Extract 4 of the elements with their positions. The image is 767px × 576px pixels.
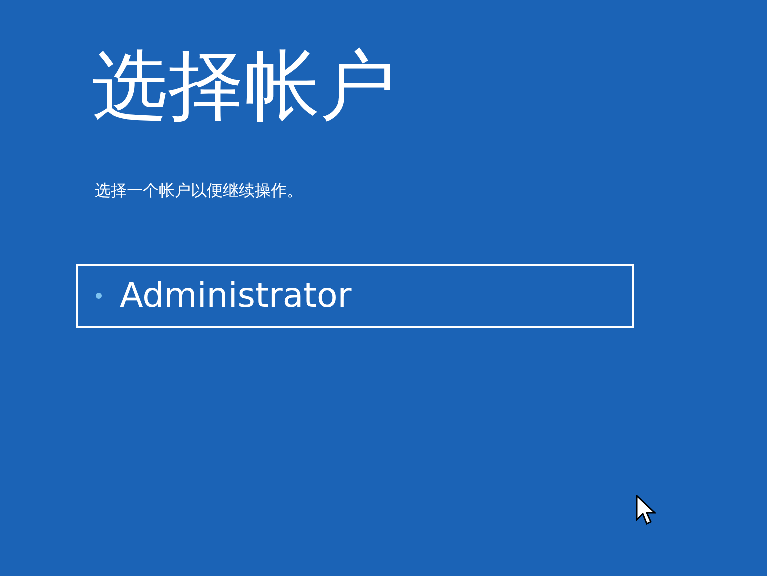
account-option[interactable]: Administrator bbox=[76, 264, 634, 328]
instruction-text: 选择一个帐户以便继续操作。 bbox=[95, 181, 304, 202]
pointer-icon bbox=[636, 495, 656, 527]
page-title: 选择帐户 bbox=[92, 40, 397, 132]
